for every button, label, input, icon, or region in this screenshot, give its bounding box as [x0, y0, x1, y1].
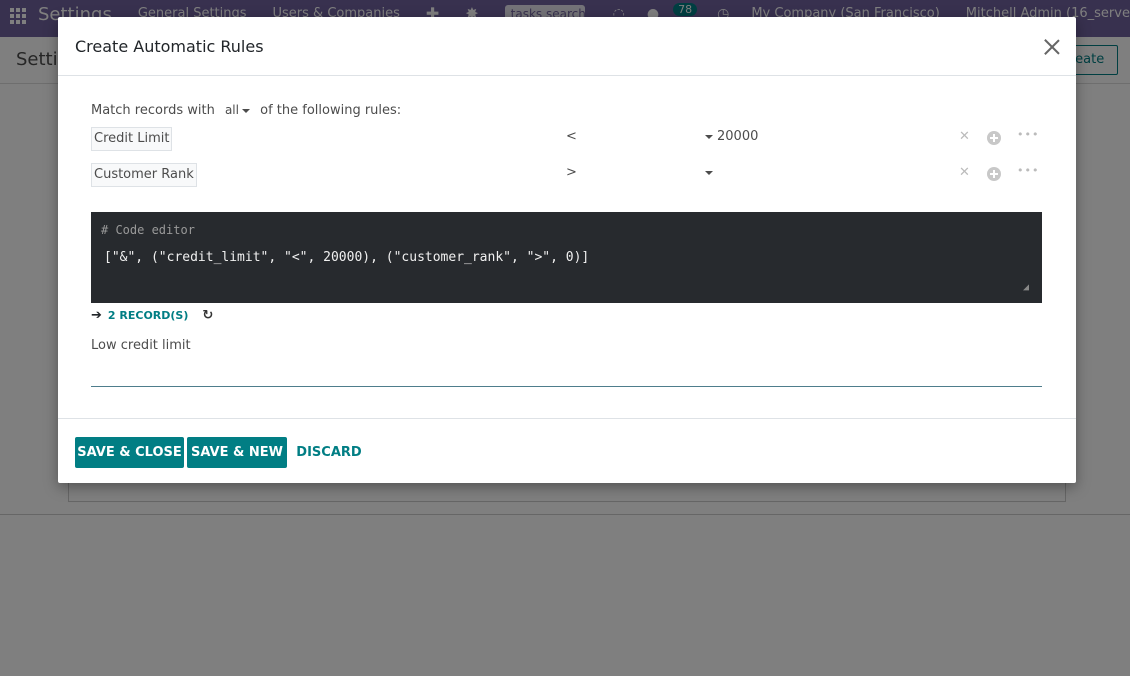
- domain-rule: Customer Rank > ✕ •••: [91, 163, 1042, 187]
- arrow-right-icon[interactable]: ➔: [91, 308, 102, 323]
- match-selector-value: all: [224, 103, 239, 117]
- rule-field-selector[interactable]: Credit Limit: [91, 127, 173, 151]
- records-count-link[interactable]: 2 RECORD(S): [108, 309, 188, 322]
- refresh-icon[interactable]: ↻: [202, 308, 213, 323]
- save-new-button[interactable]: SAVE & NEW: [187, 437, 287, 468]
- code-editor-text[interactable]: ["&", ("credit_limit", "<", 20000), ("cu…: [104, 250, 589, 265]
- modal-header: Create Automatic Rules: [58, 17, 1076, 76]
- caret-down-icon: [705, 134, 713, 139]
- rule-value-input[interactable]: [705, 165, 717, 180]
- create-automatic-rules-dialog: Create Automatic Rules Match records wit…: [58, 17, 1076, 483]
- rule-field-selector[interactable]: Customer Rank: [91, 163, 197, 187]
- domain-rule: Credit Limit < 20000 ✕ •••: [91, 127, 1042, 151]
- rule-value-text: 20000: [717, 129, 759, 144]
- resize-handle-icon[interactable]: ◢: [1023, 282, 1029, 293]
- code-editor[interactable]: # Code editor ["&", ("credit_limit", "<"…: [91, 212, 1042, 303]
- add-rule-icon[interactable]: [987, 131, 1001, 145]
- rule-operator-select[interactable]: >: [566, 165, 577, 180]
- modal-title: Create Automatic Rules: [75, 37, 264, 56]
- delete-rule-icon[interactable]: ✕: [959, 165, 970, 180]
- modal-footer: SAVE & CLOSE SAVE & NEW DISCARD: [58, 418, 1076, 483]
- add-rule-icon[interactable]: [987, 167, 1001, 181]
- rule-value-input[interactable]: 20000: [705, 129, 758, 144]
- close-icon[interactable]: [1042, 37, 1062, 57]
- delete-rule-icon[interactable]: ✕: [959, 129, 970, 144]
- description-input[interactable]: Low credit limit: [91, 338, 191, 353]
- records-count-line: ➔ 2 RECORD(S) ↻: [91, 308, 213, 323]
- discard-button[interactable]: DISCARD: [293, 437, 365, 468]
- match-prefix: Match records with: [91, 103, 215, 118]
- save-close-button[interactable]: SAVE & CLOSE: [75, 437, 184, 468]
- caret-down-icon: [705, 170, 713, 175]
- more-options-icon[interactable]: •••: [1017, 128, 1039, 141]
- rule-operator-select[interactable]: <: [566, 129, 577, 144]
- caret-down-icon: [241, 108, 250, 113]
- code-editor-comment: # Code editor: [101, 223, 195, 237]
- more-options-icon[interactable]: •••: [1017, 164, 1039, 177]
- match-all-selector[interactable]: all: [225, 103, 250, 117]
- match-records-line: Match records with all of the following …: [91, 103, 401, 118]
- description-underline: [91, 386, 1042, 387]
- match-suffix: of the following rules:: [260, 103, 402, 118]
